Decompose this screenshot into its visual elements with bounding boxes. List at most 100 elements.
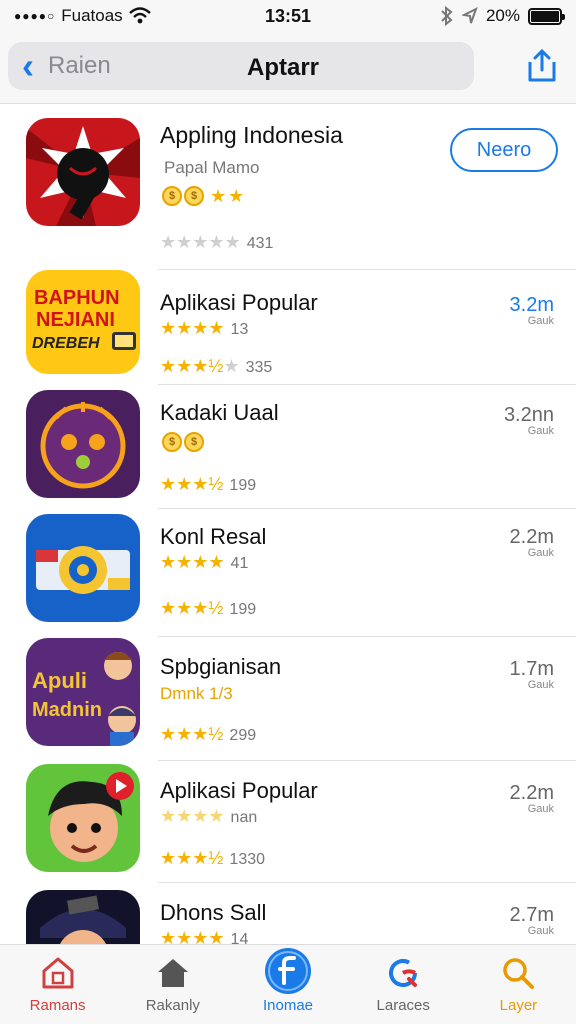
row-divider xyxy=(158,508,576,509)
list-item[interactable]: Appling Indonesia Papal Mamo $ $ ★ ★ ★★★… xyxy=(0,104,576,270)
coin-icon: $ xyxy=(162,432,182,452)
share-icon[interactable] xyxy=(522,46,562,86)
search-field[interactable]: ‹ Raien xyxy=(8,42,474,90)
tab-ramans[interactable]: Ramans xyxy=(0,945,115,1024)
size-unit: Gauk xyxy=(527,925,554,937)
list-item[interactable]: Kadaki Uaal $ $ ★★★½ 199 3.2nn Gauk xyxy=(0,386,576,509)
tab-label[interactable]: Laraces xyxy=(377,997,430,1014)
rating-count: 299 xyxy=(229,727,257,744)
location-icon xyxy=(461,7,478,24)
app-size: 2.7m Gauk xyxy=(510,904,554,937)
app-size: 2.2m Gauk xyxy=(510,526,554,559)
list-item[interactable]: Konl Resal ★★★★ 41 ★★★½ 199 2.2m Gauk xyxy=(0,510,576,637)
status-bar: ●●●●○ Fuatoas 13:51 20% xyxy=(0,0,576,32)
tab-laraces[interactable]: Laraces xyxy=(346,945,461,1024)
search-icon[interactable] xyxy=(500,955,536,991)
app-title[interactable]: Konl Resal xyxy=(160,524,266,550)
status-left: ●●●●○ Fuatoas xyxy=(14,6,214,26)
rating-badges: $ $ xyxy=(162,432,204,452)
size-value: 3.2m xyxy=(509,294,554,316)
size-value: 2.2m xyxy=(509,782,554,804)
star-rating: ★★★★★ 431 xyxy=(160,232,274,252)
signal-icon: ●●●●○ xyxy=(14,9,56,23)
rating-count-small: 13 xyxy=(230,321,249,338)
house-icon[interactable] xyxy=(155,955,191,991)
status-time: 13:51 xyxy=(264,5,312,26)
app-icon-aplikasi-popular[interactable]: BAPHUN NEJIANI DREBEH xyxy=(26,270,140,374)
list-item[interactable]: Aplikasi Popular ★★★★ nan ★★★½ 1330 2.2m G… xyxy=(0,762,576,884)
coin-icon: $ xyxy=(184,186,204,206)
app-subtitle: Dmnk 1/3 xyxy=(160,684,233,703)
app-title[interactable]: Aplikasi Popular xyxy=(160,290,318,316)
star-rating: ★★★½ 299 xyxy=(160,724,257,744)
tab-layer[interactable]: Layer xyxy=(461,945,576,1024)
back-label[interactable]: Raien xyxy=(48,52,111,80)
tab-label[interactable]: Ramans xyxy=(30,997,86,1014)
rating-count: 199 xyxy=(229,601,257,618)
star-rating-small: ★★★★ 14 xyxy=(160,928,248,944)
battery-icon xyxy=(528,7,565,25)
app-size: 3.2nn Gauk xyxy=(504,404,554,437)
star-icon: ★ xyxy=(210,186,227,206)
size-value: 2.2m xyxy=(509,526,554,548)
tab-label[interactable]: Inomae xyxy=(263,997,313,1014)
rating-count-small: 14 xyxy=(230,931,249,944)
wifi-icon xyxy=(128,7,151,24)
icon-text: NEJIANI xyxy=(36,309,115,331)
coin-icon: $ xyxy=(162,186,182,206)
app-icon-kadaki[interactable] xyxy=(26,390,140,498)
row-divider xyxy=(158,760,576,761)
app-title[interactable]: Appling Indonesia xyxy=(160,122,343,149)
updates-icon[interactable] xyxy=(385,955,421,991)
row-divider xyxy=(158,384,576,385)
row-divider xyxy=(158,636,576,637)
app-title[interactable]: Dhons Sall xyxy=(160,900,266,926)
app-icon-aplikasi-popular-2[interactable] xyxy=(26,764,140,872)
icon-text: DREBEH xyxy=(32,335,100,352)
app-title[interactable]: Kadaki Uaal xyxy=(160,400,279,426)
rating-count: 431 xyxy=(246,235,274,252)
tab-rakanly[interactable]: Rakanly xyxy=(115,945,230,1024)
rating-count: 335 xyxy=(245,359,273,376)
star-rating: ★★★½★ 335 xyxy=(160,356,273,376)
chevron-left-icon[interactable]: ‹ xyxy=(8,42,48,90)
app-icon-konl-resal[interactable] xyxy=(26,514,140,622)
nav-bar: ‹ Raien Aptarr xyxy=(0,32,576,104)
size-unit: Gauk xyxy=(527,547,554,559)
app-icon-spbgianisan[interactable]: Apuli Madnin xyxy=(26,638,140,746)
battery-percent: 20% xyxy=(485,6,520,25)
star-rating: ★★★½ 199 xyxy=(160,474,257,494)
rating-count: 1330 xyxy=(229,851,266,868)
list-item[interactable]: Dhons Sall ★★★★ 14 2.7m Gauk xyxy=(0,886,576,944)
star-rating-small: ★★★★ 41 xyxy=(160,552,249,572)
app-icon-appling[interactable] xyxy=(26,118,140,226)
size-value: 3.2nn xyxy=(503,404,554,426)
app-size: 3.2m Gauk xyxy=(510,294,554,327)
star-rating-small: ★★★★ nan xyxy=(160,806,258,826)
size-unit: Gauk xyxy=(527,679,554,691)
featured-icon[interactable] xyxy=(264,947,312,995)
size-unit: Gauk xyxy=(527,315,554,327)
tab-label[interactable]: Rakanly xyxy=(146,997,200,1014)
bluetooth-icon xyxy=(441,6,453,26)
app-icon-dhons-sall[interactable] xyxy=(26,890,140,944)
star-rating: ★★★½ 199 xyxy=(160,598,257,618)
star-icon: ★ xyxy=(228,186,245,206)
tab-label[interactable]: Layer xyxy=(500,997,538,1014)
list-item[interactable]: BAPHUN NEJIANI DREBEH Aplikasi Popular ★… xyxy=(0,270,576,385)
size-unit: Gauk xyxy=(527,803,554,815)
rating-count-small: 41 xyxy=(230,555,249,572)
app-title[interactable]: Spbgianisan xyxy=(160,654,281,680)
list-item[interactable]: Apuli Madnin Spbgianisan Dmnk 1/3 ★★★½ 29… xyxy=(0,638,576,761)
get-button[interactable]: Neero xyxy=(450,128,558,172)
rating-count-small: nan xyxy=(230,809,258,826)
rating-badges: $ $ ★ ★ xyxy=(162,186,244,207)
home-icon[interactable] xyxy=(40,955,76,991)
carrier-label: Fuatoas xyxy=(61,6,123,25)
tab-inomae[interactable]: Inomae xyxy=(230,945,345,1024)
size-value: 1.7m xyxy=(509,658,554,680)
rating-count: 199 xyxy=(229,477,257,494)
app-title[interactable]: Aplikasi Popular xyxy=(160,778,318,804)
app-developer: Papal Mamo xyxy=(164,158,260,177)
tab-bar: Ramans Rakanly Inomae Laraces Layer xyxy=(0,944,576,1024)
